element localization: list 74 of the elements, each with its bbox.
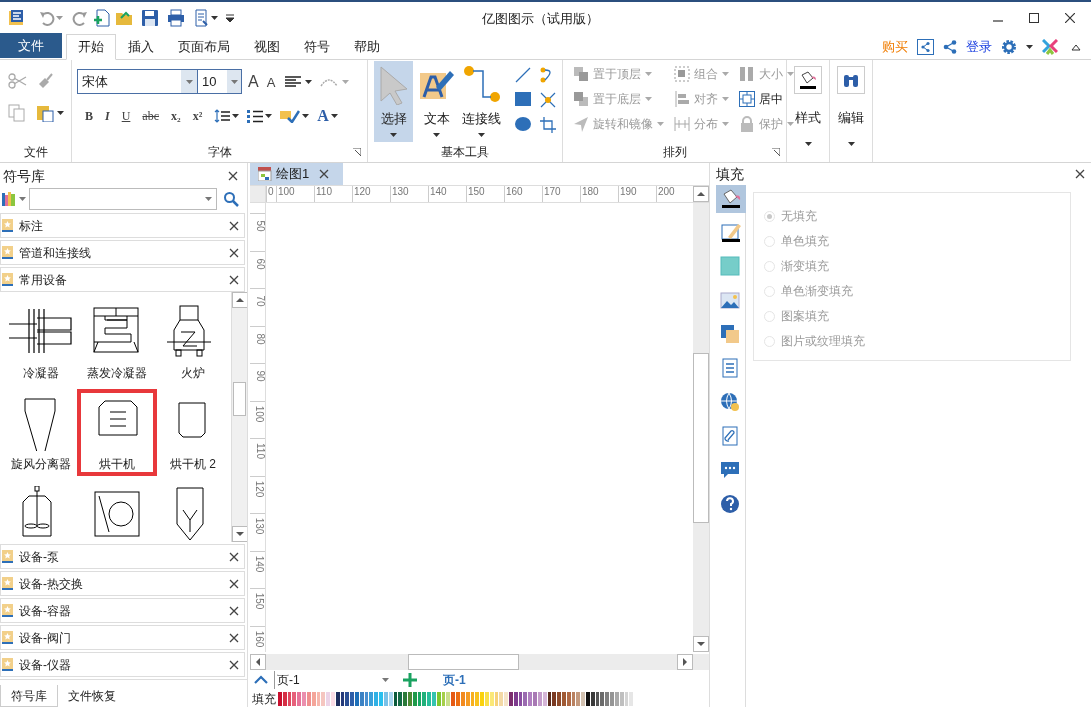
ruler-label: 160 xyxy=(504,186,542,202)
ruler-label: 100 xyxy=(276,186,314,202)
ruler-label: 110 xyxy=(314,186,352,202)
font-name-dropdown[interactable]: 宋体 xyxy=(77,69,198,94)
ruler-label: 140 xyxy=(428,186,466,202)
style-button[interactable]: 样式 xyxy=(794,66,822,146)
ruler-label: 0 xyxy=(266,186,276,202)
page-tab[interactable]: 页-1 xyxy=(443,671,466,689)
menu-tab[interactable]: 符号 xyxy=(292,34,342,60)
ruler-label: 120 xyxy=(253,480,265,497)
file-menu-tab[interactable]: 文件 xyxy=(0,33,62,58)
ruler-label: 170 xyxy=(542,186,580,202)
strikethrough-button[interactable]: abc xyxy=(142,107,159,125)
ruler-label: 150 xyxy=(466,186,504,202)
grow-font-button[interactable]: A xyxy=(246,69,261,94)
tool-button[interactable]: 文本 xyxy=(417,61,457,142)
arrange-button[interactable]: 居中 xyxy=(739,89,794,109)
panel-title: 符号库 xyxy=(3,166,45,186)
font-color-button[interactable]: A xyxy=(317,104,329,128)
ruler-label: 110 xyxy=(253,443,265,459)
underline-button[interactable]: U xyxy=(121,107,131,125)
library-category[interactable]: 设备-阀门 xyxy=(0,625,245,650)
menu-tab[interactable]: 页面布局 xyxy=(166,34,242,60)
ruler-label: 130 xyxy=(253,517,265,535)
group-label: 文件 xyxy=(23,144,48,161)
panel-tab[interactable]: 文件恢复 xyxy=(58,685,126,707)
ruler-label: 100 xyxy=(253,405,265,422)
ruler-label: 180 xyxy=(580,186,618,202)
library-symbol[interactable]: 旋风分离器 xyxy=(3,389,79,476)
ruler-label: 60 xyxy=(253,257,265,270)
bold-button[interactable]: B xyxy=(85,107,93,125)
panel-title: 填充 xyxy=(716,164,744,184)
panel-tab[interactable]: 符号库 xyxy=(0,685,58,707)
window-title: 亿图图示（试用版） xyxy=(480,10,600,28)
ruler-label: 190 xyxy=(618,186,656,202)
page-dropdown[interactable]: 页-1 xyxy=(274,671,389,689)
tool-button[interactable]: 连接线 xyxy=(460,61,503,142)
ruler-label: 70 xyxy=(253,295,265,307)
ruler-label: 150 xyxy=(253,592,265,610)
document-tab[interactable]: 绘图1 xyxy=(250,163,343,185)
font-size-dropdown[interactable]: 10 xyxy=(197,69,242,94)
library-symbol[interactable]: 火炉 xyxy=(155,298,231,385)
library-symbol[interactable]: 冷凝器 xyxy=(3,298,79,385)
library-category[interactable]: 标注 xyxy=(0,213,245,238)
group-label: 字体 xyxy=(207,144,232,161)
ruler-label: 140 xyxy=(253,555,265,572)
ruler-label: 80 xyxy=(253,332,265,345)
ruler-label: 160 xyxy=(253,630,265,647)
ruler-label: 130 xyxy=(390,186,428,202)
group-label: 基本工具 xyxy=(441,144,489,161)
subscript-button[interactable]: x₂ xyxy=(171,107,181,125)
ruler-label: 50 xyxy=(253,220,265,232)
library-symbol[interactable]: 蒸发冷凝器 xyxy=(79,298,155,385)
superscript-button[interactable]: x² xyxy=(192,107,203,125)
menu-tab[interactable]: 帮助 xyxy=(342,34,392,60)
library-category[interactable]: 设备-容器 xyxy=(0,598,245,623)
italic-button[interactable]: I xyxy=(105,107,110,125)
ruler-label: 120 xyxy=(352,186,390,202)
login-link[interactable]: 登录 xyxy=(966,36,992,57)
menu-tab[interactable]: 开始 xyxy=(66,34,116,60)
library-category[interactable]: 设备-热交换 xyxy=(0,571,245,596)
library-category[interactable]: 设备-泵 xyxy=(0,544,245,569)
tool-button[interactable]: 选择 xyxy=(374,61,414,142)
menu-tab[interactable]: 插入 xyxy=(116,34,166,60)
library-category[interactable]: 设备-仪器 xyxy=(0,652,245,677)
shrink-font-button[interactable]: A xyxy=(264,73,278,93)
ruler-label: 90 xyxy=(253,370,265,382)
library-category[interactable]: 管道和连接线 xyxy=(0,240,245,265)
edit-button[interactable]: 编辑 xyxy=(837,66,865,146)
group-label: 排列 xyxy=(662,144,687,161)
palette-label: 填充 xyxy=(251,690,277,707)
library-symbol[interactable]: 烘干机 2 xyxy=(155,389,231,476)
library-symbol[interactable]: 烘干机 xyxy=(77,389,157,476)
menu-tab[interactable]: 视图 xyxy=(242,34,292,60)
